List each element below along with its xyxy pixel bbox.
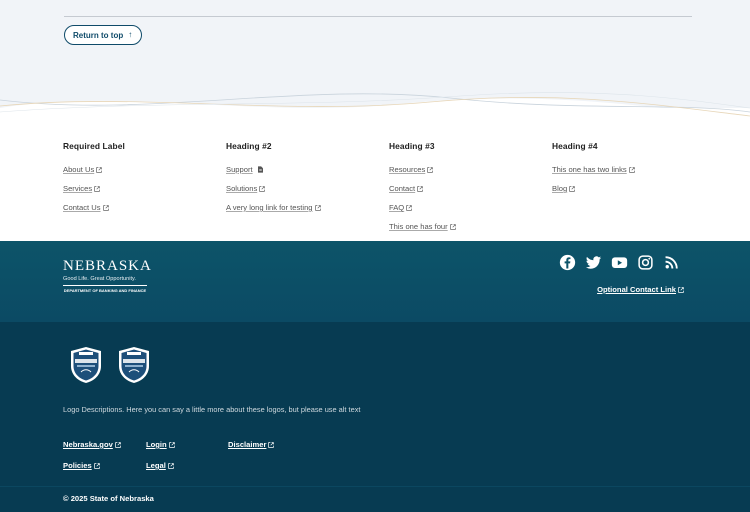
arrow-up-icon: ↑ — [128, 30, 133, 39]
external-link-icon — [93, 462, 100, 469]
external-link-icon — [96, 166, 103, 173]
youtube-icon[interactable] — [608, 251, 630, 273]
link-column-3: Heading #3 Resources Contact FAQ This on… — [389, 141, 549, 236]
copyright-text: © 2025 State of Nebraska — [63, 494, 154, 503]
link-login[interactable]: Login — [146, 440, 175, 449]
link-column-1: Required Label About Us Services Contact… — [63, 141, 223, 217]
external-link-icon — [427, 166, 434, 173]
link-solutions[interactable]: Solutions — [226, 179, 386, 198]
logo-description: Logo Descriptions. Here you can say a li… — [63, 405, 361, 414]
logo-tagline: Good Life. Great Opportunity. — [63, 276, 136, 282]
link-nebraska-gov[interactable]: Nebraska.gov — [63, 440, 121, 449]
external-link-icon — [628, 166, 635, 173]
social-links — [556, 251, 682, 273]
logo-wordmark: NEBRASKA — [63, 258, 152, 274]
link-blog[interactable]: Blog — [552, 179, 712, 198]
nebraska-logo[interactable]: NEBRASKA Good Life. Great Opportunity. D… — [63, 259, 153, 305]
external-link-icon — [259, 185, 266, 192]
link-about-us[interactable]: About Us — [63, 160, 223, 179]
link-legal[interactable]: Legal — [146, 461, 174, 470]
link-this-one-has-four[interactable]: This one has four — [389, 217, 549, 236]
column-heading: Heading #4 — [552, 141, 598, 151]
link-column-2: Heading #2 Support Solutions A very long… — [226, 141, 386, 217]
bottom-footer: Logo Descriptions. Here you can say a li… — [0, 322, 750, 512]
optional-contact-link[interactable]: Optional Contact Link — [597, 285, 684, 294]
accreditation-badge-icon — [71, 347, 101, 383]
link-disclaimer[interactable]: Disclaimer — [228, 440, 275, 449]
link-long-testing[interactable]: A very long link for testing — [226, 198, 386, 217]
link-services[interactable]: Services — [63, 179, 223, 198]
decorative-waves — [0, 92, 750, 122]
brand-band: NEBRASKA Good Life. Great Opportunity. D… — [0, 241, 750, 322]
link-column-4: Heading #4 This one has two links Blog — [552, 141, 712, 198]
link-two-links[interactable]: This one has two links — [552, 160, 712, 179]
instagram-icon[interactable] — [634, 251, 656, 273]
external-link-icon — [406, 204, 412, 211]
twitter-icon[interactable] — [582, 251, 604, 273]
column-heading: Required Label — [63, 141, 125, 151]
external-link-icon — [449, 223, 456, 230]
rss-icon[interactable] — [660, 251, 682, 273]
link-support[interactable]: Support — [226, 160, 386, 179]
footer-link-columns: Required Label About Us Services Contact… — [0, 122, 750, 241]
external-link-icon — [314, 204, 321, 211]
external-link-icon — [678, 286, 684, 293]
external-link-icon — [417, 185, 423, 192]
accreditation-badge-icon — [119, 347, 149, 383]
external-link-icon — [168, 462, 174, 469]
external-link-icon — [569, 185, 575, 192]
top-section: Return to top ↑ — [0, 0, 750, 122]
link-resources[interactable]: Resources — [389, 160, 549, 179]
external-link-icon — [102, 204, 109, 211]
divider — [0, 486, 750, 487]
external-link-icon — [115, 441, 121, 448]
link-policies[interactable]: Policies — [63, 461, 100, 470]
link-contact-us[interactable]: Contact Us — [63, 198, 223, 217]
return-to-top-label: Return to top — [73, 30, 124, 40]
external-link-icon — [168, 441, 175, 448]
return-to-top-button[interactable]: Return to top ↑ — [64, 25, 143, 45]
column-heading: Heading #3 — [389, 141, 435, 151]
logo-department: DEPARTMENT OF BANKING AND FINANCE — [63, 288, 147, 293]
divider — [64, 16, 692, 17]
logo-divider — [63, 285, 147, 286]
external-link-icon — [268, 441, 275, 448]
document-icon — [257, 166, 263, 173]
column-heading: Heading #2 — [226, 141, 272, 151]
facebook-icon[interactable] — [556, 251, 578, 273]
link-contact[interactable]: Contact — [389, 179, 549, 198]
external-link-icon — [94, 185, 100, 192]
link-faq[interactable]: FAQ — [389, 198, 549, 217]
